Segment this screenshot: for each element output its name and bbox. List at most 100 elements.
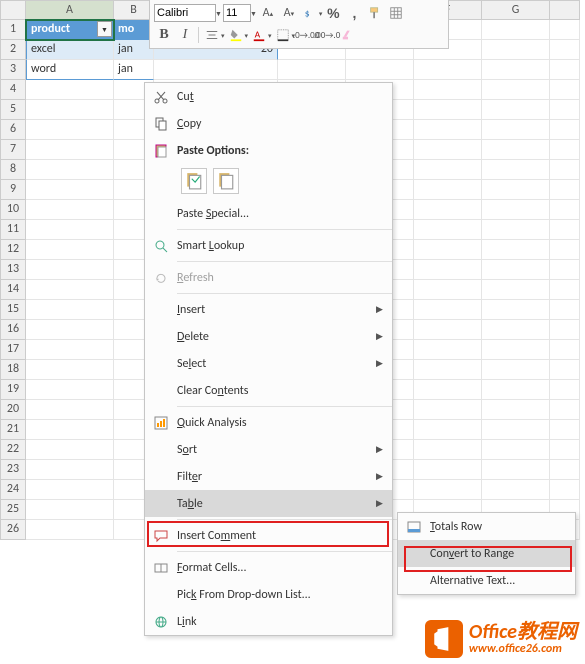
- cell[interactable]: [414, 440, 482, 460]
- decrease-font-icon[interactable]: A▾: [279, 3, 299, 23]
- cell-product[interactable]: excel: [26, 40, 114, 60]
- cell[interactable]: [550, 280, 580, 300]
- row-header[interactable]: 7: [0, 140, 26, 160]
- align-center-icon[interactable]: [202, 25, 222, 45]
- cell[interactable]: [346, 60, 414, 80]
- percent-format-icon[interactable]: %: [323, 3, 343, 23]
- cell[interactable]: [482, 220, 550, 240]
- cell[interactable]: [26, 260, 114, 280]
- cell[interactable]: [482, 40, 550, 60]
- col-header-rest[interactable]: [550, 0, 580, 20]
- cell[interactable]: [26, 80, 114, 100]
- chevron-down-icon[interactable]: ▼: [215, 9, 222, 18]
- menu-insert-comment[interactable]: Insert Comment: [145, 522, 392, 549]
- cell[interactable]: [26, 520, 114, 540]
- cell[interactable]: [550, 440, 580, 460]
- cell[interactable]: [550, 60, 580, 80]
- menu-copy[interactable]: Copy: [145, 110, 392, 137]
- paste-values-button[interactable]: [213, 168, 239, 194]
- submenu-alternative-text[interactable]: Alternative Text...: [398, 567, 575, 594]
- row-header[interactable]: 20: [0, 400, 26, 420]
- cell[interactable]: [482, 440, 550, 460]
- menu-link[interactable]: Link: [145, 608, 392, 635]
- cell[interactable]: [482, 320, 550, 340]
- filter-button[interactable]: [97, 21, 112, 37]
- cell[interactable]: [414, 60, 482, 80]
- cell[interactable]: [482, 280, 550, 300]
- cell[interactable]: [414, 280, 482, 300]
- row-header[interactable]: 21: [0, 420, 26, 440]
- row-header[interactable]: 18: [0, 360, 26, 380]
- cell[interactable]: [278, 60, 346, 80]
- cell[interactable]: [414, 140, 482, 160]
- row-header[interactable]: 24: [0, 480, 26, 500]
- cell[interactable]: [154, 60, 278, 80]
- cell[interactable]: [550, 380, 580, 400]
- comma-format-icon[interactable]: ,: [344, 3, 364, 23]
- cell[interactable]: [414, 80, 482, 100]
- menu-quick-analysis[interactable]: Quick Analysis: [145, 409, 392, 436]
- cell[interactable]: [414, 240, 482, 260]
- cell[interactable]: [482, 120, 550, 140]
- chevron-down-icon[interactable]: ▾: [319, 9, 323, 18]
- chevron-down-icon[interactable]: ▾: [221, 31, 225, 40]
- chevron-down-icon[interactable]: ▼: [250, 9, 257, 18]
- cell[interactable]: [414, 400, 482, 420]
- accounting-format-icon[interactable]: $: [300, 3, 320, 23]
- cell[interactable]: [26, 360, 114, 380]
- cell[interactable]: [550, 300, 580, 320]
- cell[interactable]: [482, 460, 550, 480]
- cell[interactable]: [482, 260, 550, 280]
- row-header[interactable]: 5: [0, 100, 26, 120]
- cell[interactable]: [482, 400, 550, 420]
- cell[interactable]: [414, 480, 482, 500]
- cell[interactable]: [482, 200, 550, 220]
- cell[interactable]: [26, 240, 114, 260]
- row-header[interactable]: 26: [0, 520, 26, 540]
- cell[interactable]: [26, 300, 114, 320]
- cell[interactable]: [482, 20, 550, 40]
- italic-button[interactable]: I: [175, 25, 195, 45]
- cell[interactable]: [550, 340, 580, 360]
- cell[interactable]: [26, 380, 114, 400]
- cell[interactable]: [482, 300, 550, 320]
- menu-smart-lookup[interactable]: Smart Lookup: [145, 232, 392, 259]
- submenu-totals-row[interactable]: Totals Row: [398, 513, 575, 540]
- row-header[interactable]: 3: [0, 60, 26, 80]
- cell[interactable]: [26, 320, 114, 340]
- cell[interactable]: [482, 340, 550, 360]
- row-header[interactable]: 11: [0, 220, 26, 240]
- cell[interactable]: [482, 420, 550, 440]
- cell[interactable]: [26, 440, 114, 460]
- bold-button[interactable]: B: [154, 25, 174, 45]
- cell-month[interactable]: jan: [114, 60, 154, 80]
- cell[interactable]: [550, 140, 580, 160]
- cell[interactable]: [482, 180, 550, 200]
- cell[interactable]: [414, 460, 482, 480]
- cell[interactable]: [482, 80, 550, 100]
- row-header[interactable]: 17: [0, 340, 26, 360]
- col-header-g[interactable]: G: [482, 0, 550, 20]
- cell-product[interactable]: word: [26, 60, 114, 80]
- cell[interactable]: [550, 120, 580, 140]
- cell[interactable]: [26, 220, 114, 240]
- cell[interactable]: [26, 120, 114, 140]
- cell[interactable]: [414, 340, 482, 360]
- cell[interactable]: [26, 160, 114, 180]
- cell[interactable]: [414, 100, 482, 120]
- cell[interactable]: [26, 500, 114, 520]
- cell[interactable]: [550, 400, 580, 420]
- cell[interactable]: [550, 480, 580, 500]
- cell[interactable]: [414, 200, 482, 220]
- cell[interactable]: [550, 420, 580, 440]
- clear-format-icon[interactable]: [338, 25, 358, 45]
- row-header[interactable]: 25: [0, 500, 26, 520]
- row-header[interactable]: 23: [0, 460, 26, 480]
- cell[interactable]: [26, 200, 114, 220]
- table-format-icon[interactable]: [386, 3, 406, 23]
- menu-table[interactable]: Table ▶: [145, 490, 392, 517]
- table-header-month[interactable]: mo: [114, 20, 154, 40]
- row-header[interactable]: 19: [0, 380, 26, 400]
- cell[interactable]: [414, 220, 482, 240]
- row-header[interactable]: 22: [0, 440, 26, 460]
